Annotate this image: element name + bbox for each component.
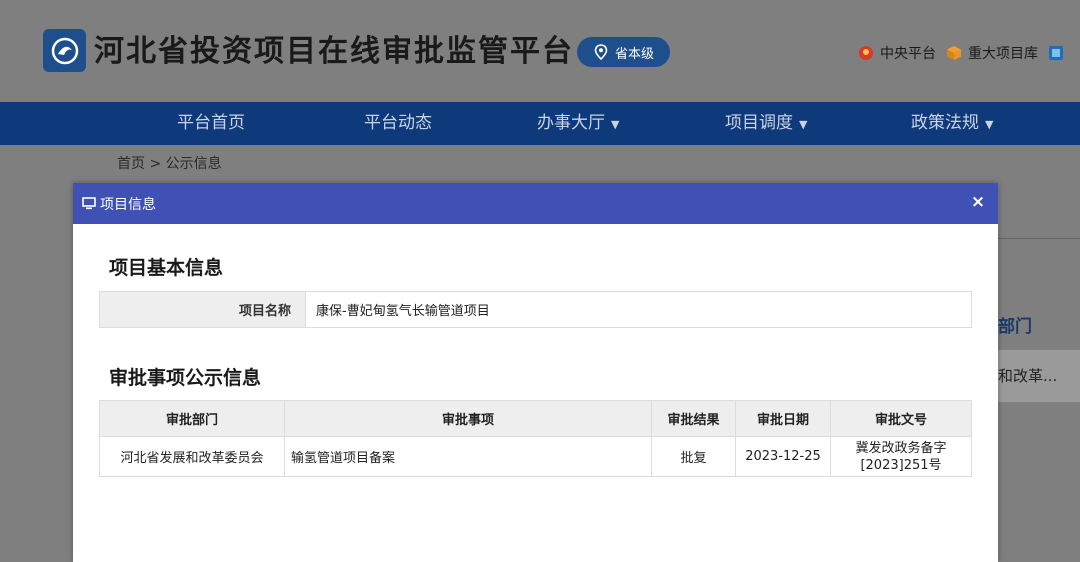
close-button[interactable]: ×: [968, 192, 988, 212]
basic-info-section-title: 项目基本信息: [109, 257, 224, 279]
app-icon: [1049, 46, 1063, 60]
nav-item-service-hall-label: 办事大厅: [537, 113, 605, 133]
cell-department: 河北省发展和改革委员会: [99, 436, 285, 477]
nav-item-service-hall[interactable]: 办事大厅 ▼: [537, 102, 619, 145]
breadcrumb-home[interactable]: 首页: [117, 156, 145, 172]
approval-section-title: 审批事项公示信息: [109, 367, 262, 389]
nav-item-policy[interactable]: 政策法规 ▼: [911, 102, 993, 145]
nav-item-scheduling[interactable]: 项目调度 ▼: [725, 102, 807, 145]
level-badge[interactable]: 省本级: [577, 37, 670, 67]
breadcrumb: 首页 > 公示信息: [117, 153, 222, 173]
monitor-icon: [82, 197, 96, 210]
project-name-value: 康保-曹妃甸氢气长输管道项目: [305, 291, 972, 328]
cell-date: 2023-12-25: [735, 436, 831, 477]
breadcrumb-separator: >: [149, 156, 162, 172]
site-header: 河北省投资项目在线审批监管平台 省本级 中央平台 重大项目库: [0, 0, 1080, 102]
table-header-row: 审批部门 审批事项 审批结果 审批日期 审批文号: [99, 400, 972, 437]
modal-header: 项目信息 ×: [73, 183, 998, 224]
approval-table: 审批部门 审批事项 审批结果 审批日期 审批文号 河北省发展和改革委员会 输氢管…: [99, 400, 972, 477]
col-header-date: 审批日期: [735, 400, 831, 437]
nav-item-policy-label: 政策法规: [911, 113, 979, 133]
breadcrumb-current: 公示信息: [165, 156, 222, 172]
caret-down-icon: ▼: [985, 118, 994, 131]
col-header-department: 审批部门: [99, 400, 285, 437]
link-extra[interactable]: [1048, 45, 1064, 61]
link-central-platform-label: 中央平台: [880, 46, 936, 62]
link-major-projects[interactable]: 重大项目库: [946, 43, 1038, 63]
top-links: 中央平台 重大项目库: [858, 43, 1074, 63]
nav-item-news[interactable]: 平台动态: [364, 102, 432, 145]
box-icon: [947, 46, 961, 60]
basic-info-table: 项目名称 康保-曹妃甸氢气长输管道项目: [99, 291, 972, 328]
background-column-head: 部门: [998, 317, 1032, 337]
cell-doc-no: 冀发改政务备字 [2023]251号: [830, 436, 972, 477]
col-header-item: 审批事项: [284, 400, 652, 437]
nav-item-scheduling-label: 项目调度: [725, 113, 793, 133]
main-navbar: 平台首页 平台动态 办事大厅 ▼ 项目调度 ▼ 政策法规 ▼: [0, 102, 1080, 145]
nav-item-news-label: 平台动态: [364, 113, 432, 133]
modal-title: 项目信息: [100, 196, 156, 213]
background-divider: [998, 238, 1080, 239]
table-row: 项目名称 康保-曹妃甸氢气长输管道项目: [99, 291, 972, 328]
cell-item: 输氢管道项目备案: [284, 436, 652, 477]
emblem-icon: [859, 46, 873, 60]
doc-no-line1: 冀发改政务备字: [855, 440, 947, 456]
doc-no-line2: [2023]251号: [860, 457, 942, 473]
link-major-projects-label: 重大项目库: [968, 46, 1038, 62]
project-info-modal: 项目信息 × 项目基本信息 项目名称 康保-曹妃甸氢气长输管道项目 审批事项公示…: [73, 183, 998, 562]
caret-down-icon: ▼: [799, 118, 808, 131]
project-name-label: 项目名称: [99, 291, 306, 328]
caret-down-icon: ▼: [611, 118, 620, 131]
nav-item-home[interactable]: 平台首页: [177, 102, 245, 145]
nav-item-home-label: 平台首页: [177, 113, 245, 133]
link-central-platform[interactable]: 中央平台: [858, 43, 936, 63]
level-badge-label: 省本级: [614, 46, 654, 62]
col-header-result: 审批结果: [651, 400, 736, 437]
background-row: 和改革...: [998, 350, 1080, 402]
location-pin-icon: [594, 44, 608, 60]
table-row: 河北省发展和改革委员会 输氢管道项目备案 批复 2023-12-25 冀发改政务…: [99, 436, 972, 477]
site-title[interactable]: 河北省投资项目在线审批监管平台: [94, 30, 574, 74]
col-header-doc-no: 审批文号: [830, 400, 972, 437]
cell-result: 批复: [651, 436, 736, 477]
platform-logo-icon[interactable]: [43, 29, 86, 72]
